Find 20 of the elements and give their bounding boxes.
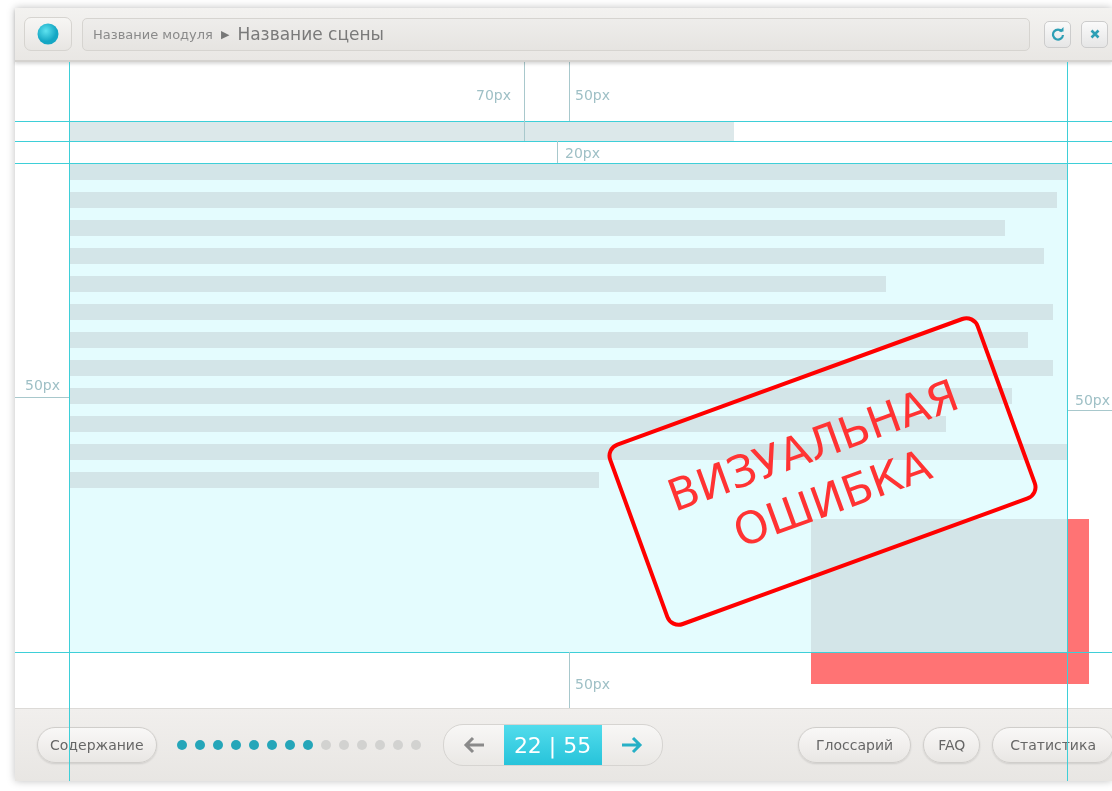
glossary-button[interactable]: Глоссарий <box>798 727 912 763</box>
measure-label: 20px <box>565 145 600 161</box>
close-button[interactable] <box>1081 20 1108 48</box>
circle-icon <box>37 23 59 45</box>
measure-label: 70px <box>476 87 511 103</box>
measure-label: 50px <box>25 377 60 393</box>
logo-button[interactable] <box>24 17 72 51</box>
measure-label: 50px <box>1075 392 1110 408</box>
close-icon <box>1089 29 1100 39</box>
measure-label: 50px <box>575 87 610 103</box>
scene-title: Название сцены <box>237 24 385 44</box>
arrow-right-icon <box>620 736 643 754</box>
measure-label: 50px <box>575 676 610 692</box>
breadcrumb-separator: ▶ <box>220 27 230 41</box>
page-counter: 22 | 55 <box>503 725 602 765</box>
refresh-icon <box>1050 27 1065 41</box>
refresh-button[interactable] <box>1044 20 1071 48</box>
breadcrumb-link[interactable]: Название модуля <box>93 26 213 42</box>
faq-button[interactable]: FAQ <box>923 727 981 763</box>
arrow-left-icon <box>462 736 485 754</box>
